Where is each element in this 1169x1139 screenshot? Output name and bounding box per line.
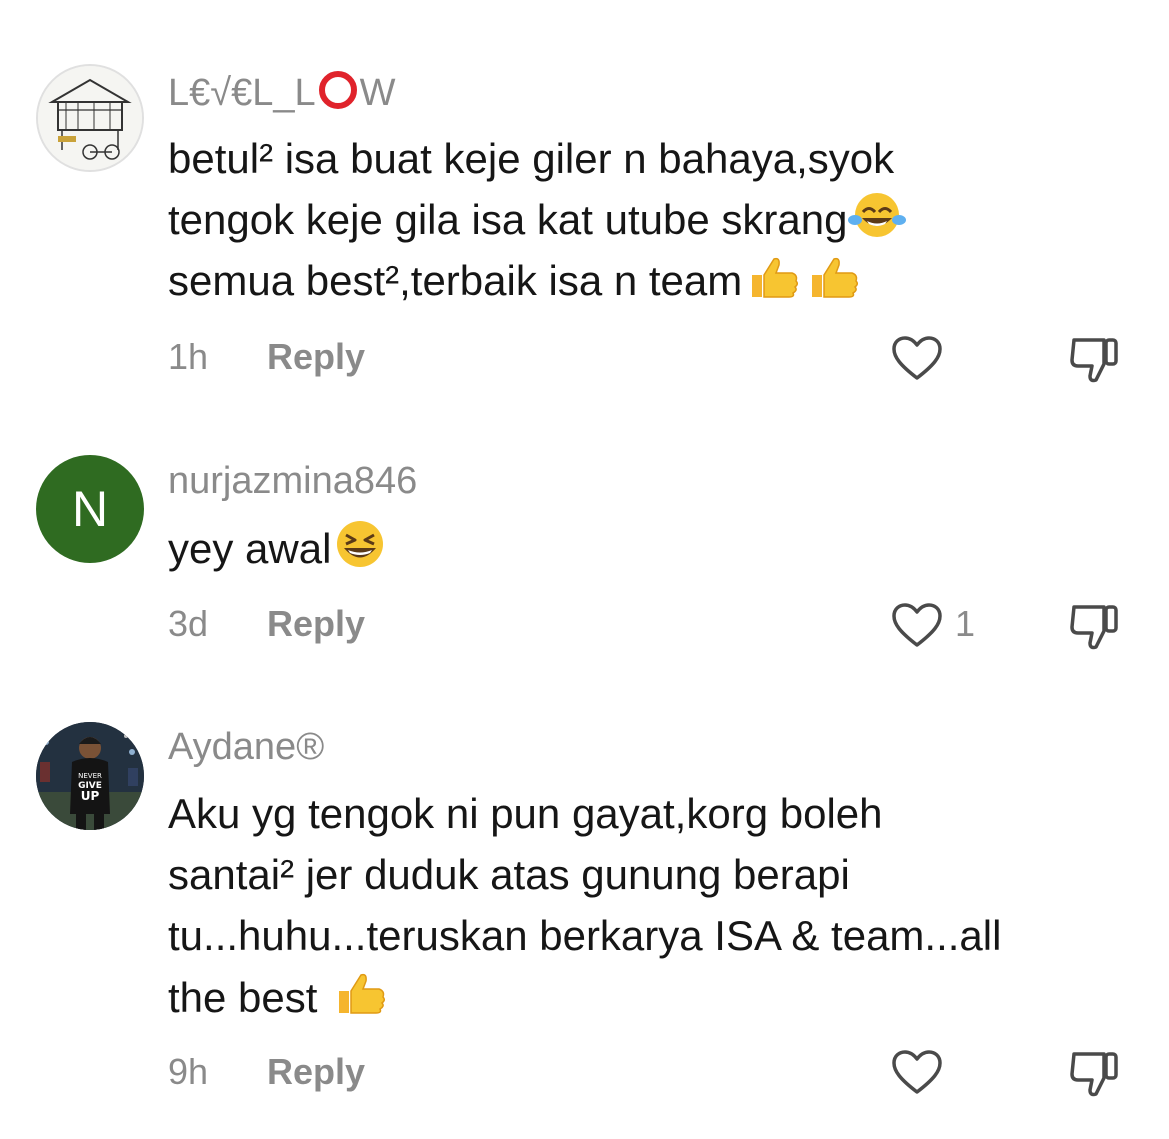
thumbs-up-emoji-icon (812, 257, 859, 298)
heart-outline-icon[interactable] (890, 334, 944, 382)
thumbs-up-emoji-icon (339, 973, 386, 1014)
reply-button[interactable]: Reply (267, 602, 365, 646)
heart-outline-icon[interactable] (890, 601, 944, 649)
comment-meta: 9h Reply (168, 1050, 568, 1094)
avatar[interactable]: N (36, 455, 144, 563)
comment-line: the best (168, 966, 1148, 1028)
avatar[interactable] (36, 64, 144, 172)
person-photo-avatar-icon: NEVER GIVE UP (36, 722, 144, 830)
timestamp: 3d (168, 603, 209, 644)
thumbs-up-emoji-icon (752, 257, 799, 298)
comment-line: betul² isa buat keje giler n bahaya,syok (168, 135, 895, 182)
heart-outline-icon[interactable] (890, 1048, 944, 1096)
comment-line: semua best²,terbaik isa n team (168, 250, 1128, 311)
grinning-squinting-emoji-icon (337, 521, 384, 567)
tears-of-joy-emoji-icon (848, 193, 907, 237)
comment-text: Aku yg tengok ni pun gayat,korg boleh sa… (168, 783, 1148, 1028)
comment-line: santai² jer duduk atas gunung berapi (168, 851, 850, 898)
comment-line: Aku yg tengok ni pun gayat,korg boleh (168, 790, 883, 837)
reply-button[interactable]: Reply (267, 335, 365, 379)
comment-text: betul² isa buat keje giler n bahaya,syok… (168, 128, 1128, 311)
timestamp: 9h (168, 1051, 209, 1092)
svg-text:UP: UP (81, 789, 100, 803)
comment-line: yey awal (168, 518, 1128, 579)
username[interactable]: nurjazmina846 (168, 459, 417, 503)
like-count: 1 (955, 603, 976, 644)
username[interactable]: L€√€L_L W (168, 70, 396, 115)
comment-line: tengok keje gila isa kat utube skrang (168, 189, 1128, 250)
comment-text: yey awal (168, 518, 1128, 579)
avatar-letter: N (71, 481, 109, 537)
thumbs-down-outline-icon[interactable] (1068, 334, 1124, 384)
thumbs-down-outline-icon[interactable] (1068, 1048, 1124, 1098)
comment-line: tu...huhu...teruskan berkarya ISA & team… (168, 912, 1002, 959)
timestamp: 1h (168, 336, 209, 377)
avatar[interactable]: NEVER GIVE UP (36, 722, 144, 830)
thumbs-down-outline-icon[interactable] (1068, 601, 1124, 651)
red-circle-icon (318, 71, 357, 109)
shirt-text: NEVER (78, 772, 102, 780)
house-sketch-avatar-icon (38, 66, 142, 170)
reply-button[interactable]: Reply (267, 1050, 365, 1094)
comment-meta: 3d Reply (168, 602, 568, 646)
username[interactable]: Aydane® (168, 725, 324, 769)
comment-meta: 1h Reply (168, 335, 568, 379)
